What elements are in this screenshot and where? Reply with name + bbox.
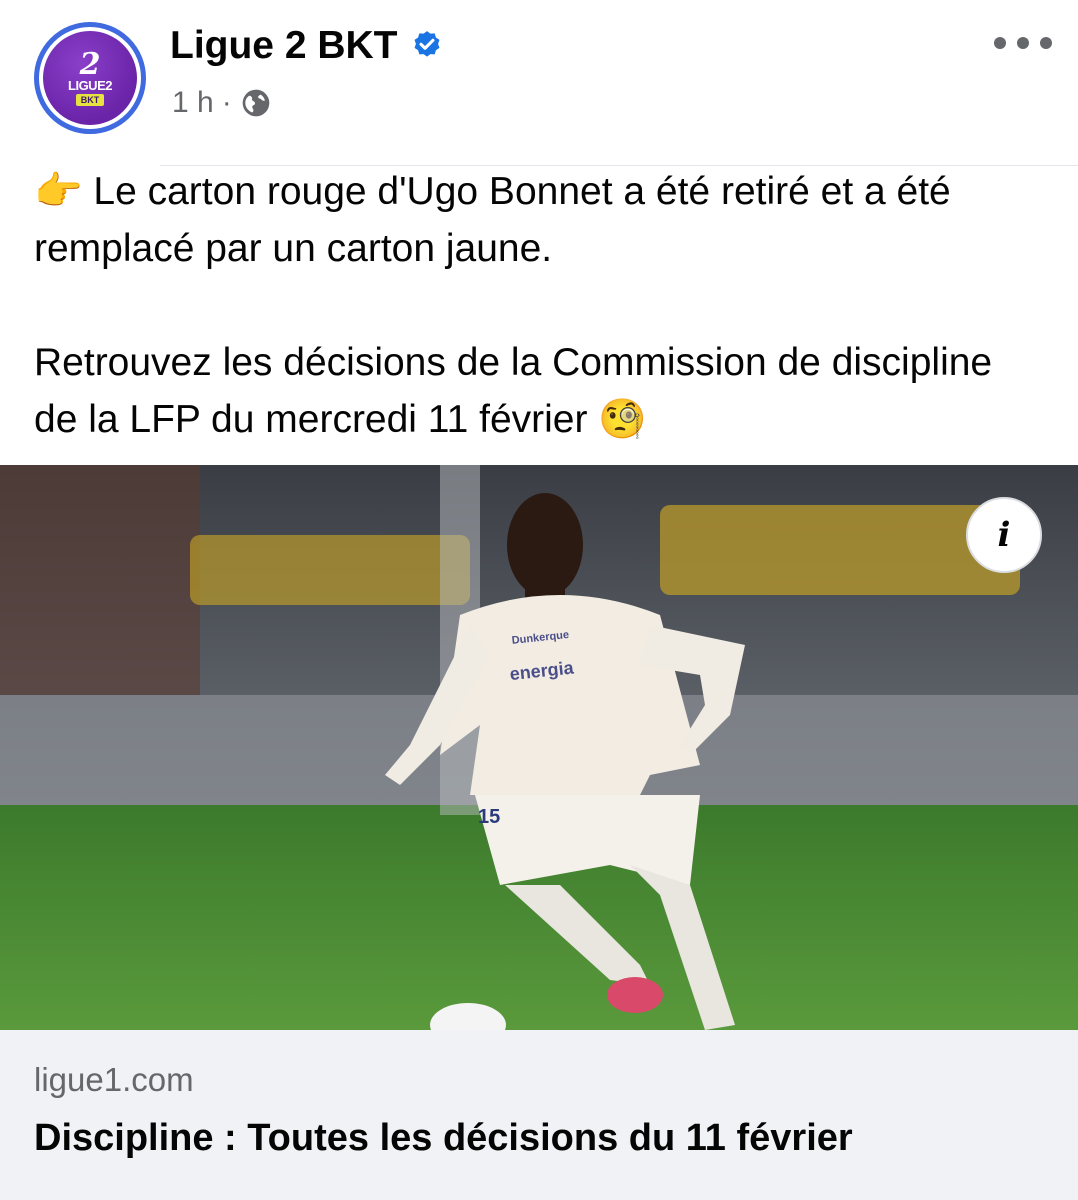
more-dot xyxy=(1017,37,1029,49)
post-meta: 1 h · xyxy=(172,84,272,122)
player-jersey xyxy=(440,595,700,795)
post-time[interactable]: 1 h xyxy=(172,84,214,122)
post-paragraph-2: Retrouvez les décisions de la Commission… xyxy=(34,341,993,441)
player-boot xyxy=(607,977,663,1013)
info-button[interactable]: i xyxy=(966,497,1042,573)
post-paragraph-1: 👉 Le carton rouge d'Ugo Bonnet a été ret… xyxy=(34,170,951,270)
shorts-number: 15 xyxy=(478,806,500,828)
link-title: Discipline : Toutes les décisions du 11 … xyxy=(34,1117,853,1159)
more-dot xyxy=(1040,37,1052,49)
globe-icon xyxy=(242,89,270,117)
logo-text: LIGUE2 xyxy=(68,77,112,93)
verified-badge-icon xyxy=(414,31,439,57)
post-photo[interactable]: energia Dunkerque 15 xyxy=(0,465,1078,1030)
page-avatar[interactable]: 2 LIGUE2 BKT xyxy=(34,22,146,134)
football-player-photo: energia Dunkerque 15 xyxy=(0,465,1078,1030)
stadium-banner-right xyxy=(660,505,1020,595)
more-options-icon[interactable] xyxy=(994,34,1052,52)
more-dot xyxy=(994,37,1006,49)
ligue2-logo: 2 LIGUE2 BKT xyxy=(43,31,137,125)
link-preview[interactable]: ligue1.com Discipline : Toutes les décis… xyxy=(0,1030,1078,1200)
page-name-label: Ligue 2 BKT xyxy=(170,24,398,67)
page-name[interactable]: Ligue 2 BKT xyxy=(170,24,444,68)
logo-number: 2 xyxy=(79,46,101,82)
crowd-area xyxy=(0,465,200,695)
post-header: 2 LIGUE2 BKT Ligue 2 BKT 1 h · xyxy=(0,0,1078,165)
post-body: 👉 Le carton rouge d'Ugo Bonnet a été ret… xyxy=(34,163,1044,448)
meta-separator: · xyxy=(221,86,232,119)
stadium-banner-left xyxy=(190,535,470,605)
logo-badge: BKT xyxy=(75,93,105,106)
link-domain: ligue1.com xyxy=(34,1061,194,1098)
info-icon: i xyxy=(997,515,1011,555)
